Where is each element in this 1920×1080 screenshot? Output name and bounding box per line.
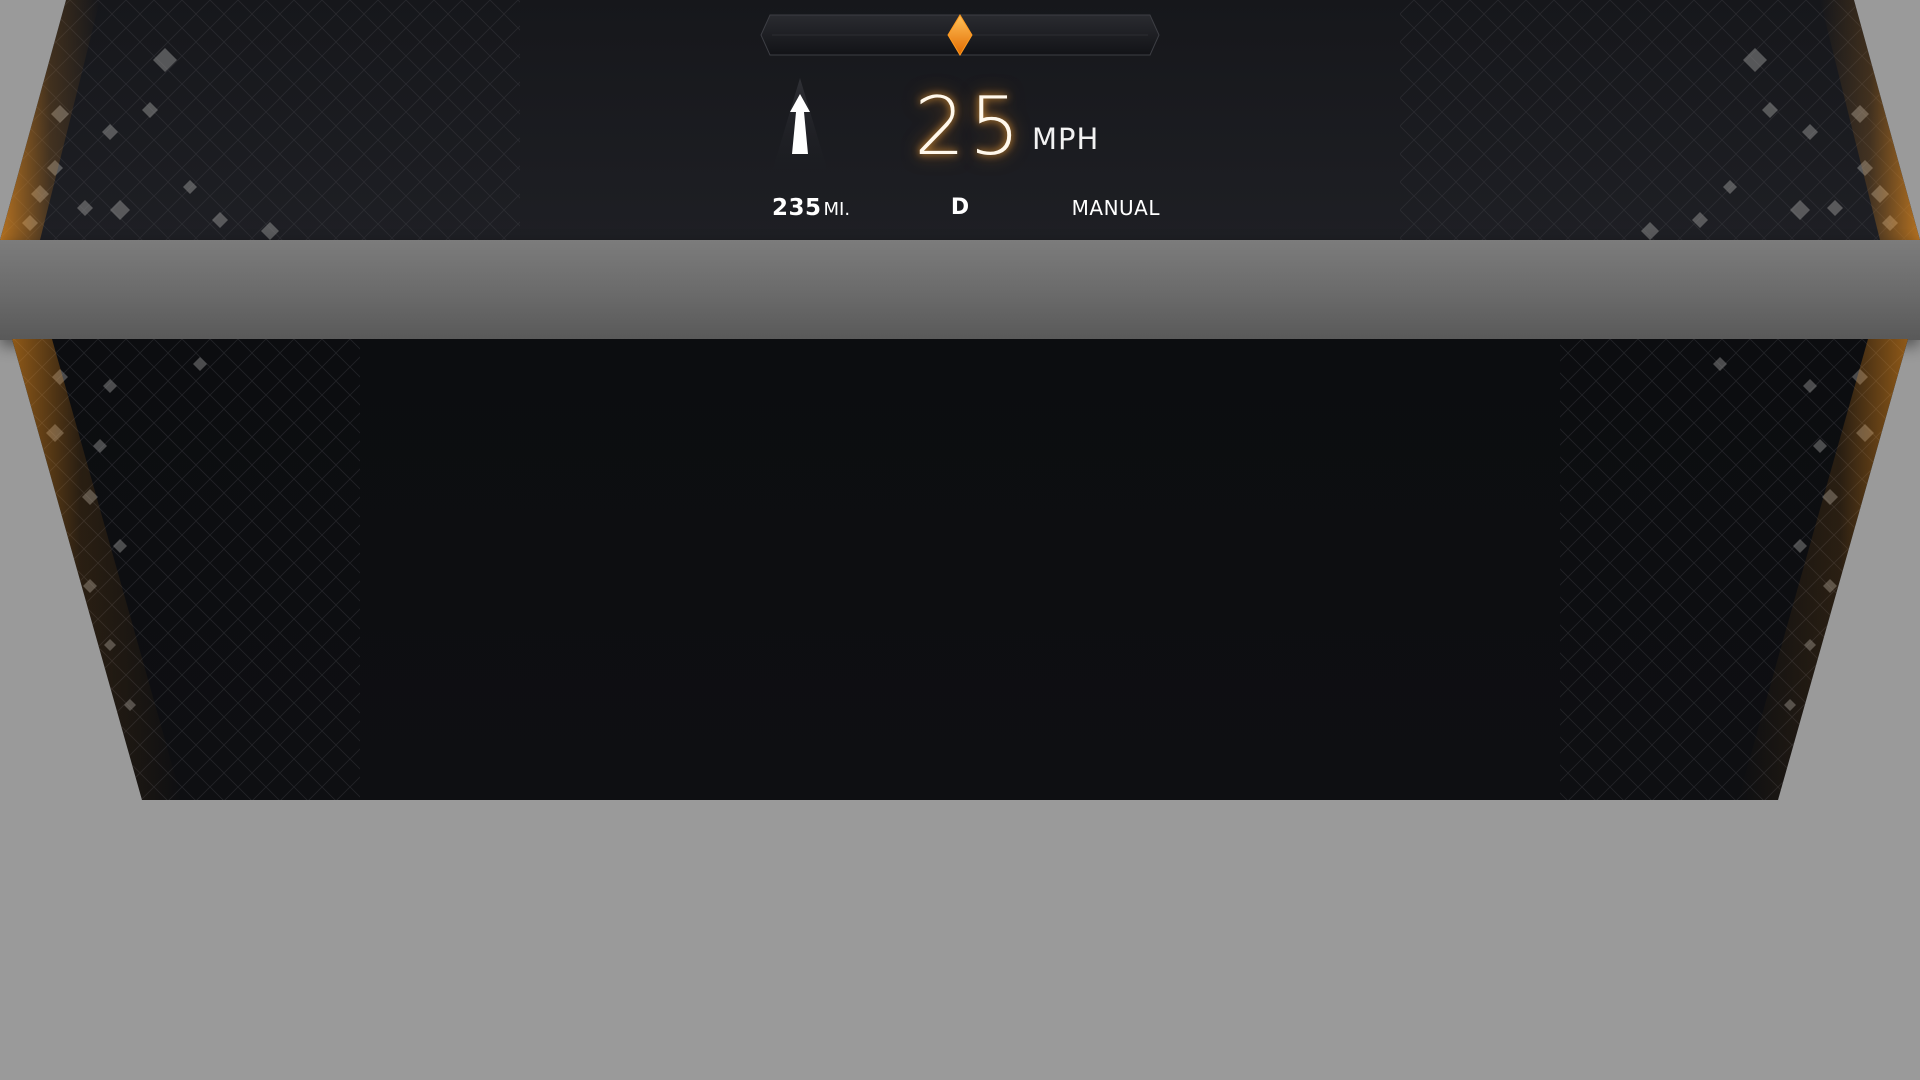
bottom-cluster-panel — [0, 339, 1920, 801]
speed-unit: MPH — [1032, 122, 1100, 156]
divider-strip — [0, 240, 1920, 340]
heading-indicator-track — [760, 14, 1160, 56]
range-readout: 235 MI. — [772, 193, 850, 223]
cluster-display: 25 MPH 235 MI. D MANUAL — [0, 0, 1920, 1080]
drive-mode-label: MANUAL — [1071, 196, 1160, 220]
range-value: 235 — [772, 195, 822, 221]
range-unit: MI. — [823, 199, 851, 220]
straight-ahead-arrow-icon — [768, 78, 832, 178]
speed-value: 25 — [914, 80, 1024, 173]
gear-indicator: D — [950, 195, 970, 220]
